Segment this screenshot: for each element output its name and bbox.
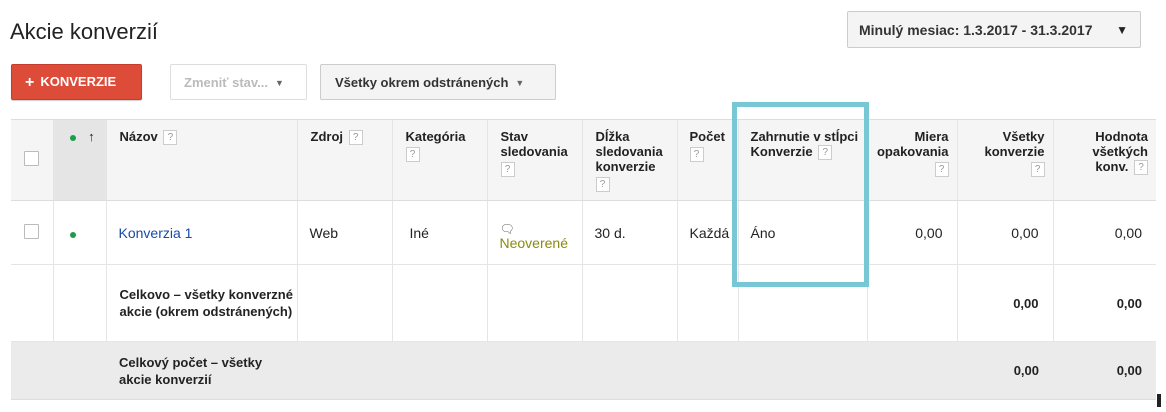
add-conversion-button[interactable]: + KONVERZIE [11,64,142,100]
total-row-active: Celkovo – všetky konverzné akcie (okrem … [11,264,1156,342]
header-category[interactable]: Kategória? [391,119,487,201]
row-category: Iné [391,200,487,265]
total-row-all: Celkový počet – všetky akcie konverzií 0… [11,341,1156,400]
caret-down-icon: ▼ [275,78,284,88]
header-include-in-conversions[interactable]: Zahrnutie v stĺpci Konverzie ? [737,119,867,201]
help-icon[interactable]: ? [818,145,833,161]
total-all-all-conversion-value: 0,00 [1053,341,1156,400]
help-icon[interactable]: ? [1030,162,1045,177]
help-icon[interactable]: ? [500,162,515,177]
change-state-button[interactable]: Zmeniť stav... ▼ [170,64,307,100]
add-conversion-label: KONVERZIE [40,74,117,89]
help-icon[interactable]: ? [1134,160,1148,176]
row-tracking-length: 30 d. [581,200,677,265]
tracking-status-text: Neoverené [499,234,569,251]
row-repeat-rate: 0,00 [866,200,957,265]
help-icon[interactable]: ? [348,130,363,146]
page-title: Akcie konverzií [10,19,158,44]
total-active-all-conversion-value: 0,00 [1052,264,1156,342]
total-all-all-conversions: 0,00 [957,341,1053,400]
change-state-label: Zmeniť stav... [184,75,269,90]
select-all-checkbox[interactable] [24,151,40,166]
help-icon[interactable]: ? [934,162,949,177]
row-tracking-status-cell: 🗨 Neoverené [486,200,582,265]
comment-icon: 🗨 [499,221,515,236]
row-count: Každá [676,200,738,265]
header-tracking-status[interactable]: Stav sledovania? [486,119,582,201]
sort-up-icon: ↑ [88,129,95,144]
header-all-conversion-value[interactable]: Hodnota všetkých konv. ? [1052,119,1156,201]
status-enabled-icon [69,231,76,238]
row-status-cell [52,200,106,265]
header-name[interactable]: Názov ? [105,119,297,201]
row-all-conversions: 0,00 [956,200,1053,265]
header-all-conversions[interactable]: Všetky konverzie? [956,119,1053,201]
cursor-mark [1157,394,1161,407]
header-source[interactable]: Zdroj ? [296,119,392,201]
row-select-cell [11,200,53,265]
status-sort-header[interactable]: ↑ [52,119,106,201]
date-range-label: Minulý mesiac: 1.3.2017 - 31.3.2017 [859,22,1093,38]
conversion-actions-table: ↑ Názov ? Zdroj ? Kategória? Stav sledov… [11,119,1156,400]
table-header-row: ↑ Názov ? Zdroj ? Kategória? Stav sledov… [11,119,1156,201]
help-icon[interactable]: ? [405,147,420,162]
status-filter-label: Všetky okrem odstránených [335,75,509,90]
caret-down-icon: ▼ [1116,23,1128,37]
total-all-label: Celkový počet – všetky akcie konverzií [106,341,297,400]
status-dot-icon [69,135,76,141]
row-include: Áno [737,200,867,265]
conversion-name-link[interactable]: Konverzia 1 [119,225,193,241]
table-row: Konverzia 1 Web Iné 🗨 Neoverené 30 d. Ka… [11,200,1156,265]
row-source: Web [296,200,392,265]
row-all-conversion-value: 0,00 [1052,200,1156,265]
row-name-cell: Konverzia 1 [105,200,297,265]
header-repeat-rate[interactable]: Miera opakovania? [866,119,957,201]
date-range-selector[interactable]: Minulý mesiac: 1.3.2017 - 31.3.2017 ▼ [847,11,1141,48]
help-icon[interactable]: ? [689,147,704,162]
help-icon[interactable]: ? [595,177,610,192]
total-active-label: Celkovo – všetky konverzné akcie (okrem … [105,264,297,342]
select-all-cell [11,119,53,201]
status-filter-button[interactable]: Všetky okrem odstránených ▼ [320,64,556,100]
header-tracking-length[interactable]: Dĺžka sledovania konverzie? [581,119,677,201]
caret-down-icon: ▼ [515,78,525,88]
plus-icon: + [25,74,35,91]
total-active-all-conversions: 0,00 [956,264,1053,342]
row-checkbox[interactable] [24,223,40,239]
help-icon[interactable]: ? [163,130,178,146]
header-count[interactable]: Počet? [676,119,738,201]
